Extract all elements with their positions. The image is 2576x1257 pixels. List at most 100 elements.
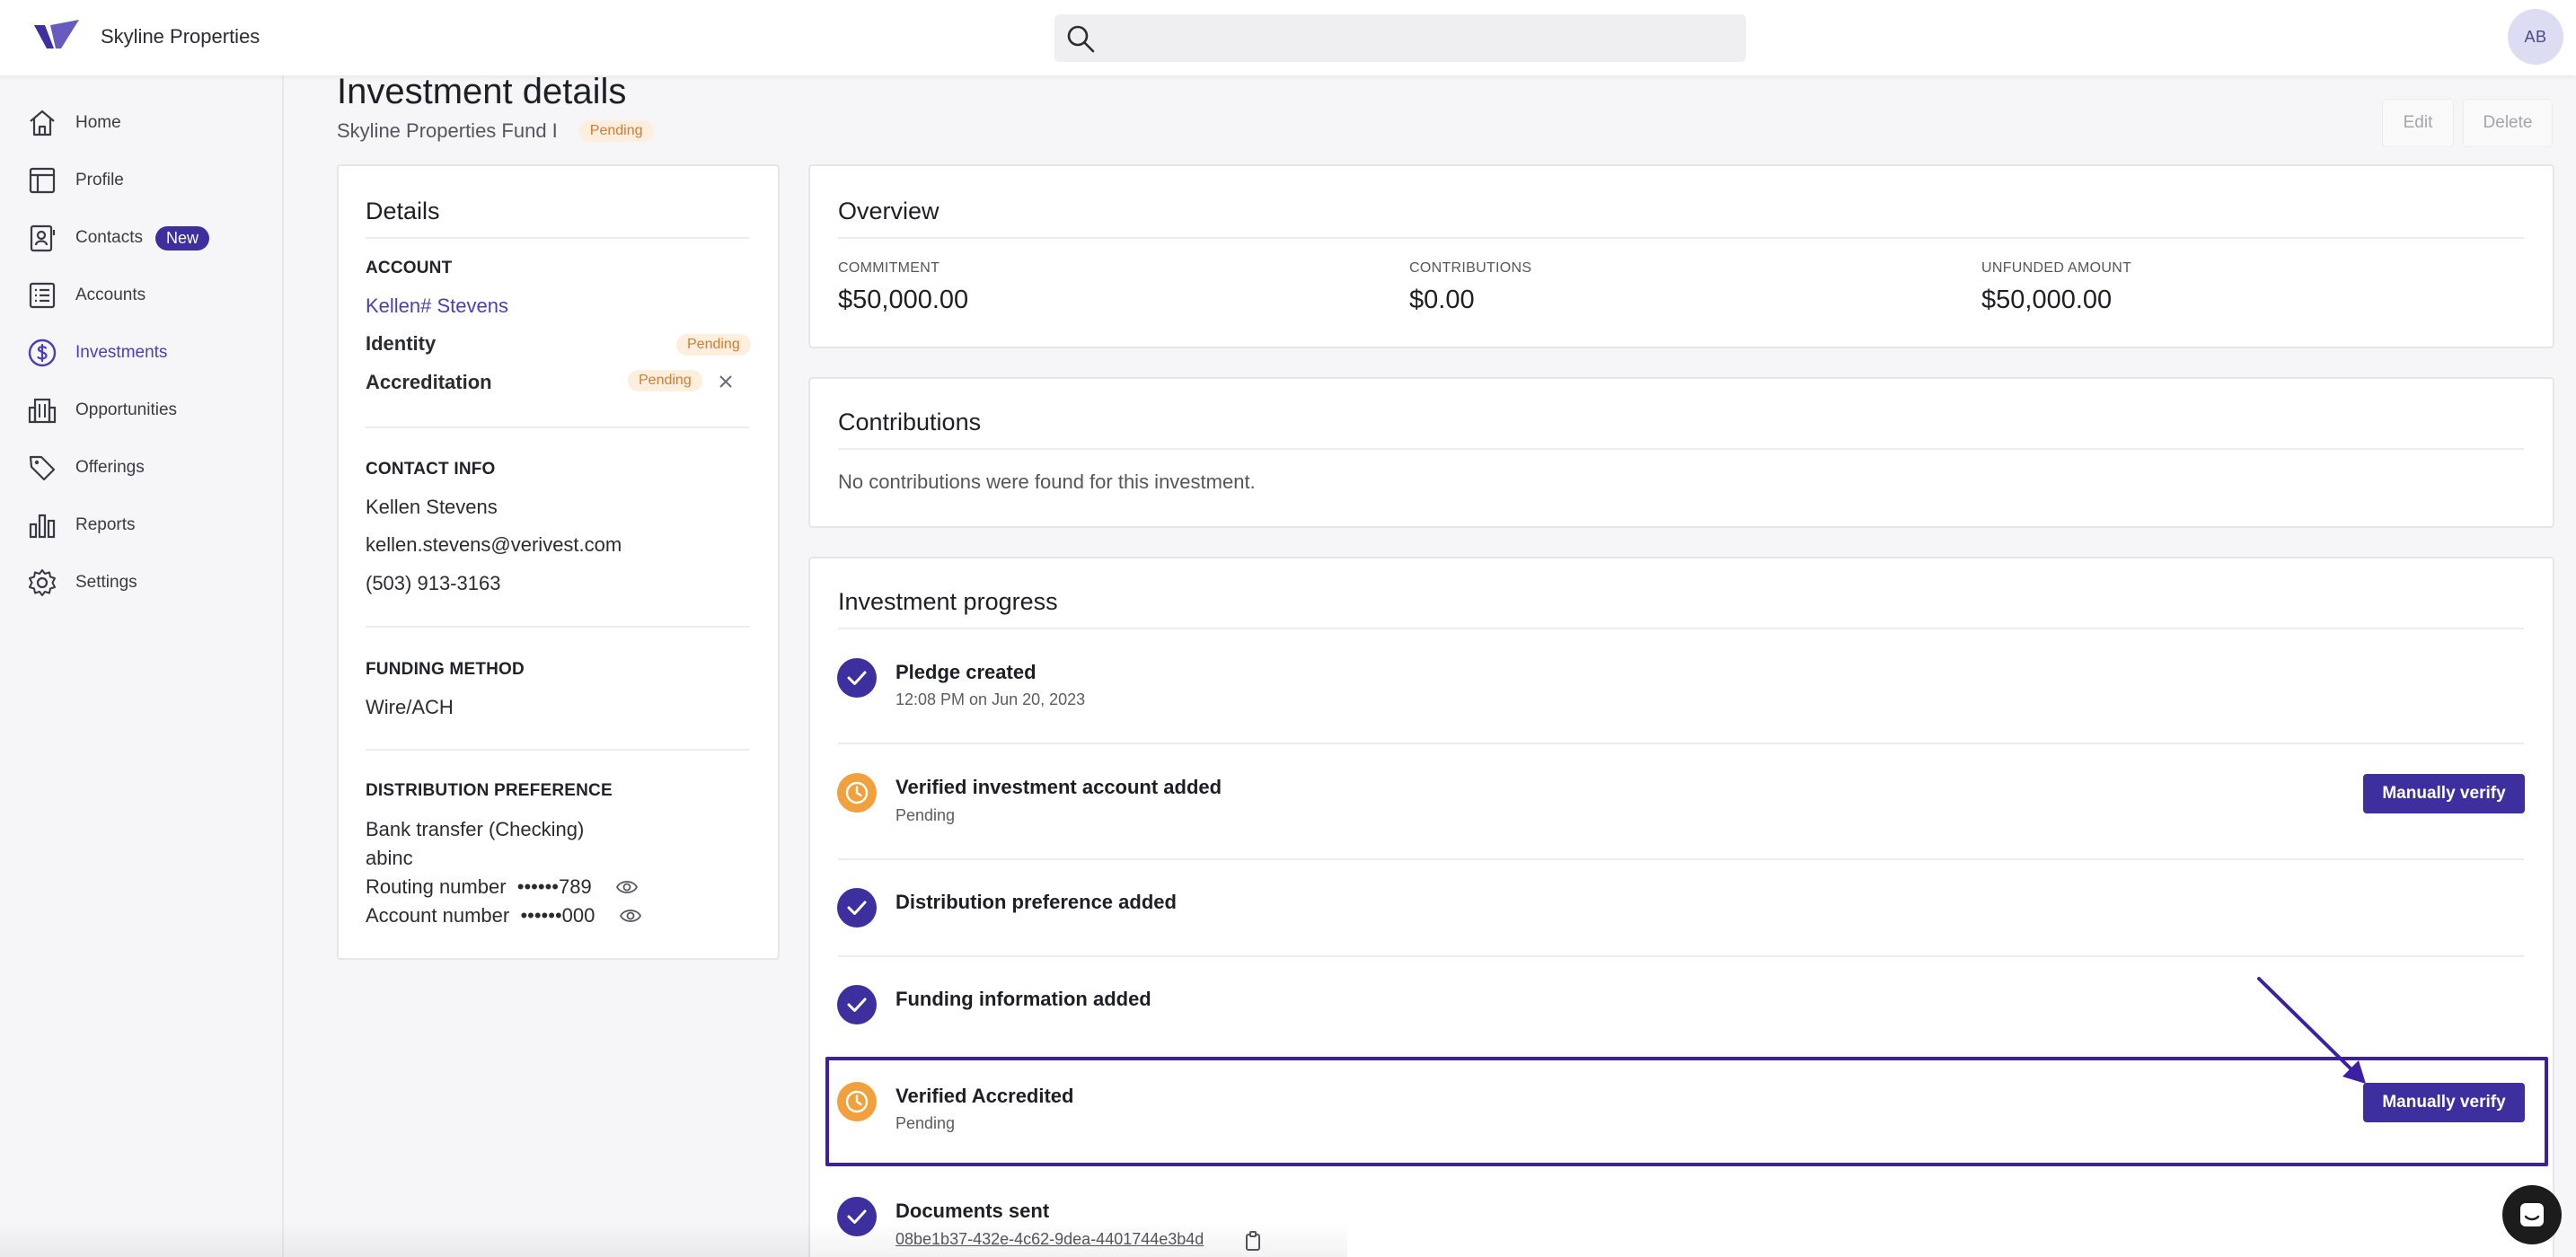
commitment-value: $50,000.00	[838, 286, 969, 314]
contributions-card	[808, 377, 2554, 528]
home-icon	[30, 110, 55, 136]
bottom-shade	[0, 1221, 1347, 1257]
sidebar-item-label: Home	[75, 113, 121, 132]
divider	[366, 626, 749, 628]
step-title: Pledge created	[895, 661, 1037, 683]
sidebar-item-investments[interactable]: Investments	[27, 333, 167, 373]
account-link[interactable]: Kellen# Stevens	[366, 294, 508, 318]
step-title: Documents sent	[895, 1200, 1050, 1222]
identity-label: Identity	[366, 332, 437, 355]
fund-name: Skyline Properties Fund I	[337, 119, 558, 142]
page-subtitle: Skyline Properties Fund I Pending	[337, 119, 654, 143]
step-title: Verified investment account added	[895, 776, 1222, 798]
progress-title: Investment progress	[838, 588, 1058, 615]
divider	[838, 448, 2524, 450]
sidebar-item-label: Accounts	[75, 286, 146, 304]
sidebar-item-label: Investments	[75, 343, 168, 362]
distribution-heading: DISTRIBUTION PREFERENCE	[366, 781, 613, 800]
contact-heading: CONTACT INFO	[366, 460, 496, 479]
unfunded-value: $50,000.00	[1981, 286, 2113, 314]
search-input[interactable]	[1054, 14, 1746, 62]
contact-name: Kellen Stevens	[366, 496, 498, 518]
commitment-label: COMMITMENT	[838, 260, 940, 276]
sidebar-item-home[interactable]: Home	[27, 103, 121, 143]
contributions-title: Contributions	[838, 409, 982, 435]
manually-verify-button[interactable]: Manually verify	[2363, 1083, 2525, 1122]
edit-button[interactable]: Edit	[2382, 99, 2454, 147]
contributions-value: $0.00	[1409, 286, 1475, 314]
sidebar-item-profile[interactable]: Profile	[27, 161, 124, 200]
dollar-icon	[28, 338, 57, 367]
step-subtitle: Pending	[895, 1114, 956, 1132]
eye-icon[interactable]	[616, 877, 638, 897]
divider	[838, 743, 2524, 744]
page-title: Investment details	[337, 72, 627, 111]
clock-icon	[837, 773, 877, 813]
funding-heading: FUNDING METHOD	[366, 660, 525, 679]
contributions-label: CONTRIBUTIONS	[1409, 260, 1532, 276]
divider	[838, 628, 2524, 629]
step-title: Funding information added	[895, 988, 1151, 1010]
top-bar: Skyline Properties AB	[0, 0, 2576, 75]
account-number-row: Account number ••••••000	[366, 904, 595, 927]
manually-verify-button[interactable]: Manually verify	[2363, 774, 2525, 813]
account-number-label: Account number	[366, 904, 510, 927]
routing-label: Routing number	[366, 875, 507, 898]
contacts-icon	[30, 224, 56, 252]
sidebar-item-offerings[interactable]: Offerings	[27, 448, 145, 488]
delete-button[interactable]: Delete	[2463, 99, 2553, 147]
bar-chart-icon	[29, 514, 56, 539]
step-title: Verified Accredited	[895, 1085, 1074, 1107]
check-circle-icon	[837, 888, 877, 927]
arrow-annotation-icon	[2257, 977, 2366, 1084]
sidebar-item-label: Settings	[75, 573, 137, 592]
funding-method: Wire/ACH	[366, 696, 454, 718]
divider	[366, 749, 749, 751]
check-circle-icon	[837, 658, 877, 698]
sidebar-item-label: Contacts	[75, 228, 143, 247]
new-badge: New	[154, 225, 209, 251]
sidebar-item-label: Profile	[75, 171, 124, 189]
contact-phone: (503) 913-3163	[366, 572, 501, 594]
sidebar-item-accounts[interactable]: Accounts	[27, 276, 146, 315]
list-icon	[29, 282, 56, 309]
tag-icon	[29, 455, 56, 481]
clock-icon	[837, 1082, 877, 1121]
step-title: Distribution preference added	[895, 891, 1177, 913]
step-subtitle: Pending	[895, 806, 956, 824]
check-circle-icon	[837, 985, 877, 1024]
divider	[838, 237, 2524, 239]
routing-value: ••••••789	[516, 875, 592, 898]
sidebar-item-label: Offerings	[75, 458, 145, 477]
divider	[838, 955, 2524, 957]
routing-number-row: Routing number ••••••789	[366, 875, 592, 899]
brand-logo-icon	[34, 20, 79, 48]
sidebar-item-label: Opportunities	[75, 400, 178, 419]
accreditation-label: Accreditation	[366, 371, 492, 393]
identity-status-badge: Pending	[676, 334, 751, 356]
step-subtitle: 12:08 PM on Jun 20, 2023	[895, 690, 1086, 708]
chat-launcher-button[interactable]	[2502, 1185, 2562, 1244]
brand-name: Skyline Properties	[101, 25, 260, 48]
divider	[366, 426, 749, 428]
profile-icon	[29, 167, 56, 194]
sidebar-item-opportunities[interactable]: Opportunities	[27, 391, 177, 430]
divider	[366, 237, 749, 239]
account-heading: ACCOUNT	[366, 259, 453, 277]
sidebar-item-reports[interactable]: Reports	[27, 505, 136, 545]
sidebar-item-settings[interactable]: Settings	[27, 563, 137, 602]
sidebar-item-label: Reports	[75, 515, 136, 534]
overview-title: Overview	[838, 198, 940, 224]
distribution-method: Bank transfer (Checking)	[366, 818, 585, 840]
eye-icon[interactable]	[620, 906, 641, 926]
sidebar-item-contacts[interactable]: Contacts New	[27, 218, 209, 258]
divider	[838, 858, 2524, 860]
status-badge: Pending	[578, 120, 654, 142]
building-icon	[28, 398, 57, 424]
sidebar: Home Profile Contacts New Accounts Inves…	[0, 75, 284, 1257]
search-icon	[1067, 25, 1095, 53]
avatar[interactable]: AB	[2508, 9, 2563, 65]
contact-email: kellen.stevens@verivest.com	[366, 533, 622, 556]
close-icon[interactable]	[718, 374, 734, 390]
brand[interactable]: Skyline Properties	[34, 20, 260, 54]
